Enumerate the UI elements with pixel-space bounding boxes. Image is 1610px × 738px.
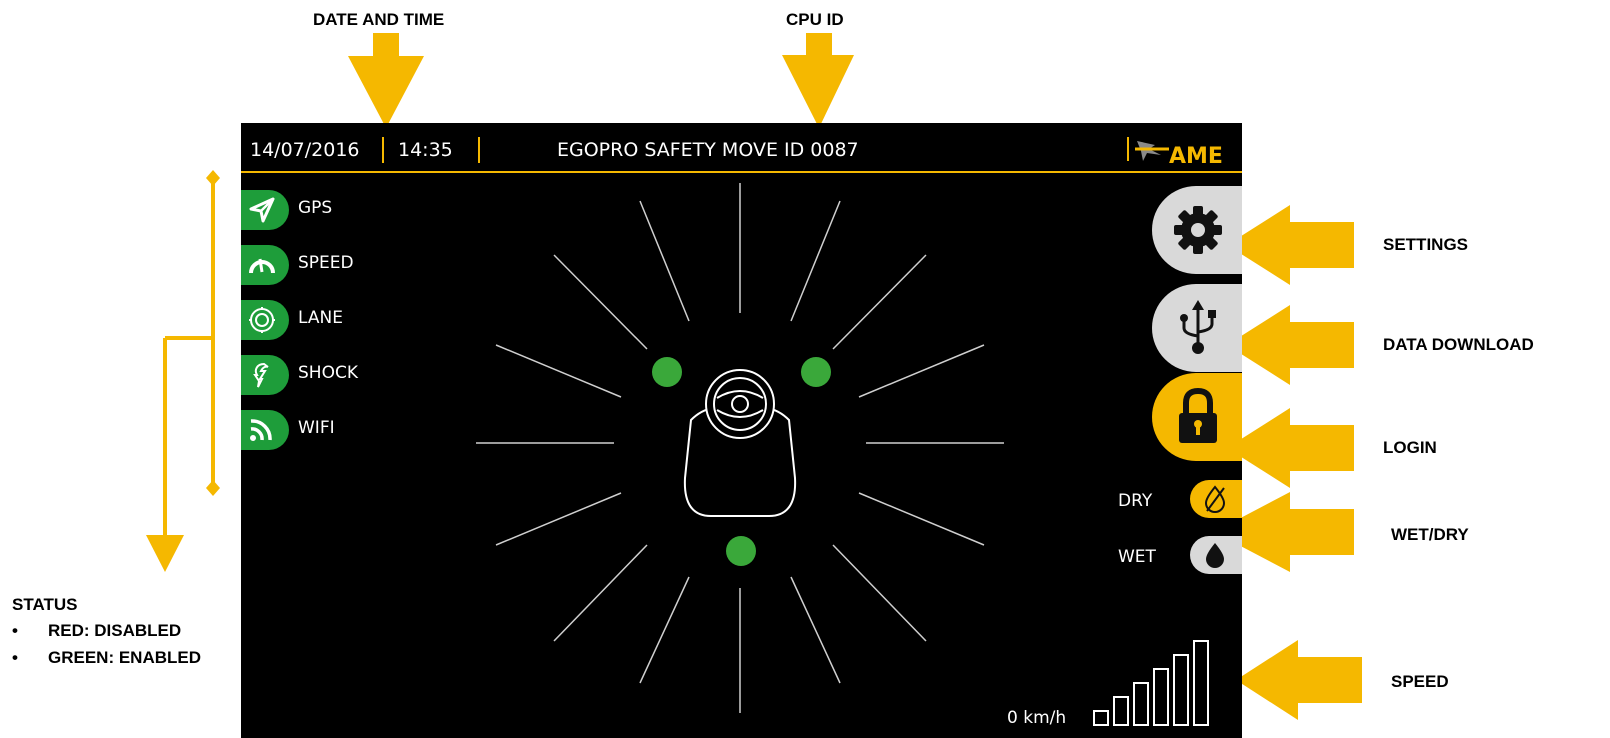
status-label-lane: LANE <box>298 308 343 328</box>
login-arrow <box>1227 408 1354 488</box>
sensor-dot-rear <box>726 536 756 566</box>
lock-icon <box>1179 387 1217 443</box>
usb-icon <box>1180 300 1216 354</box>
data-download-arrow <box>1227 305 1354 385</box>
speed-readout: 0 km/h <box>1007 708 1067 728</box>
sensor-radial-display <box>476 183 1004 713</box>
settings-button[interactable] <box>1152 186 1242 274</box>
dry-drop-crossed-icon <box>1204 485 1226 513</box>
status-label-shock: SHOCK <box>298 363 358 383</box>
dry-label: DRY <box>1118 491 1153 511</box>
status-legend-item: • GREEN: ENABLED <box>12 648 202 667</box>
dry-toggle[interactable] <box>1190 480 1242 518</box>
device-screen: 14/07/2016 14:35 EGOPRO SAFETY MOVE ID 0… <box>241 123 1242 738</box>
status-legend: STATUS • RED: DISABLED • GREEN: ENABLED <box>12 595 201 675</box>
gear-icon <box>1174 206 1222 254</box>
status-item-wifi[interactable]: WIFI <box>241 407 491 453</box>
speed-bar <box>1193 640 1209 726</box>
header-separator <box>382 137 384 163</box>
ame-logo: AME <box>1125 131 1235 169</box>
header-separator <box>478 137 480 163</box>
speed-bar <box>1153 668 1169 726</box>
status-item-lane[interactable]: LANE <box>241 297 491 343</box>
status-label-wifi: WIFI <box>298 418 335 438</box>
cpu-id-arrow <box>782 33 854 128</box>
status-item-shock[interactable]: SHOCK <box>241 352 491 398</box>
ame-logo-icon: AME <box>1127 137 1223 169</box>
data-download-callout: DATA DOWNLOAD <box>1383 335 1534 354</box>
date-display: 14/07/2016 <box>250 139 360 161</box>
sensor-dot-front-right <box>801 357 831 387</box>
wifi-icon <box>250 419 272 441</box>
date-time-arrow <box>348 33 424 128</box>
login-button[interactable] <box>1152 373 1242 461</box>
speed-bar <box>1133 682 1149 726</box>
settings-arrow <box>1227 205 1354 285</box>
speed-bar <box>1113 696 1129 726</box>
speed-arrow <box>1236 640 1362 720</box>
shock-icon <box>253 362 269 388</box>
device-id-title: EGOPRO SAFETY MOVE ID 0087 <box>557 139 859 161</box>
header-divider <box>241 171 1242 173</box>
time-display: 14:35 <box>398 139 453 161</box>
wet-dry-callout: WET/DRY <box>1391 525 1469 544</box>
login-callout: LOGIN <box>1383 438 1437 457</box>
status-item-speed[interactable]: SPEED <box>241 242 491 288</box>
paper-plane-icon <box>249 197 275 223</box>
speedometer-icon <box>249 258 275 274</box>
status-down-arrow <box>146 535 184 572</box>
svg-text:AME: AME <box>1169 144 1223 169</box>
speed-bar <box>1173 654 1189 726</box>
cpu-id-callout: CPU ID <box>786 10 844 29</box>
settings-callout: SETTINGS <box>1383 235 1469 254</box>
water-drop-icon <box>1206 543 1224 568</box>
radial-lines <box>476 183 1004 713</box>
status-label-gps: GPS <box>298 198 333 218</box>
status-label-speed: SPEED <box>298 253 354 273</box>
lane-target-icon <box>249 307 275 333</box>
wet-label: WET <box>1118 547 1156 567</box>
status-item-gps[interactable]: GPS <box>241 187 491 233</box>
date-time-callout: DATE AND TIME <box>313 10 445 29</box>
speed-bar <box>1093 710 1109 726</box>
status-bracket <box>163 178 215 540</box>
speed-callout: SPEED <box>1391 672 1449 691</box>
wet-toggle[interactable] <box>1190 536 1242 574</box>
scooter-topview-icon <box>683 369 797 517</box>
sensor-dot-front-left <box>652 357 682 387</box>
status-legend-item: • RED: DISABLED <box>12 621 182 640</box>
status-legend-title: STATUS <box>12 595 78 614</box>
data-download-button[interactable] <box>1152 284 1242 372</box>
